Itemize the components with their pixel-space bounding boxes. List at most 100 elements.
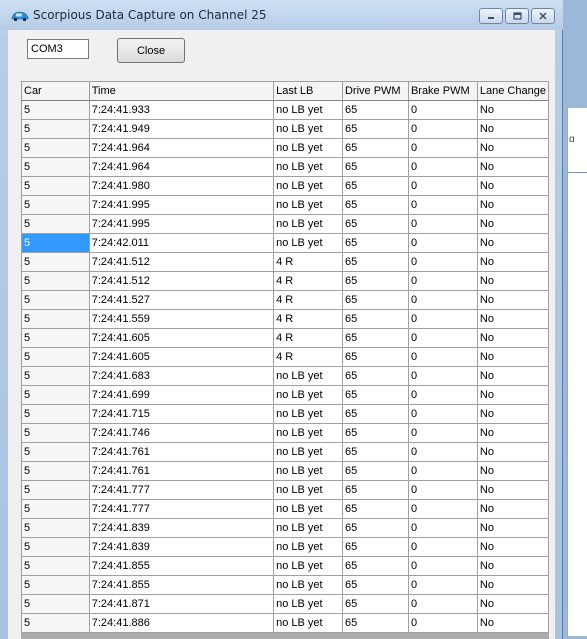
title-bar[interactable]: Scorpious Data Capture on Channel 25 bbox=[0, 0, 563, 30]
table-cell[interactable]: 65 bbox=[341, 233, 409, 253]
table-cell[interactable]: 65 bbox=[341, 176, 409, 196]
table-cell[interactable]: No bbox=[476, 328, 549, 348]
table-cell[interactable]: No bbox=[476, 575, 549, 595]
table-row[interactable]: 5 7:24:41.559 4 R 65 0 No bbox=[21, 309, 549, 329]
table-cell[interactable]: 7:24:41.512 bbox=[88, 271, 275, 291]
table-cell[interactable]: 7:24:42.011 bbox=[88, 233, 275, 253]
table-cell[interactable]: 65 bbox=[341, 518, 409, 538]
table-cell[interactable]: 65 bbox=[341, 214, 409, 234]
car-cell[interactable]: 5 bbox=[21, 176, 90, 196]
table-row[interactable]: 5 7:24:41.527 4 R 65 0 No bbox=[21, 290, 549, 310]
table-cell[interactable]: 65 bbox=[341, 613, 409, 633]
table-cell[interactable]: 0 bbox=[407, 195, 478, 215]
car-cell[interactable]: 5 bbox=[21, 195, 90, 215]
table-row[interactable]: 5 7:24:41.871 no LB yet 65 0 No bbox=[21, 594, 549, 614]
table-cell[interactable]: 0 bbox=[407, 404, 478, 424]
table-cell[interactable]: no LB yet bbox=[273, 499, 343, 519]
table-row[interactable]: 5 7:24:42.011 no LB yet 65 0 No bbox=[21, 233, 549, 253]
table-cell[interactable]: No bbox=[476, 461, 549, 481]
table-cell[interactable]: 0 bbox=[407, 556, 478, 576]
table-cell[interactable]: 0 bbox=[407, 480, 478, 500]
car-cell[interactable]: 5 bbox=[21, 442, 90, 462]
table-cell[interactable]: No bbox=[476, 157, 549, 177]
table-cell[interactable]: 65 bbox=[341, 480, 409, 500]
table-row[interactable]: 5 7:24:41.886 no LB yet 65 0 No bbox=[21, 613, 549, 633]
table-cell[interactable]: No bbox=[476, 480, 549, 500]
table-cell[interactable]: 0 bbox=[407, 385, 478, 405]
table-cell[interactable]: No bbox=[476, 176, 549, 196]
table-row[interactable]: 5 7:24:41.839 no LB yet 65 0 No bbox=[21, 518, 549, 538]
table-cell[interactable]: 65 bbox=[341, 385, 409, 405]
table-row[interactable]: 5 7:24:41.933 no LB yet 65 0 No bbox=[21, 100, 549, 120]
table-row[interactable]: 5 7:24:41.699 no LB yet 65 0 No bbox=[21, 385, 549, 405]
table-cell[interactable]: 65 bbox=[341, 442, 409, 462]
table-cell[interactable]: No bbox=[476, 309, 549, 329]
car-cell[interactable]: 5 bbox=[21, 290, 90, 310]
table-row[interactable]: 5 7:24:41.512 4 R 65 0 No bbox=[21, 252, 549, 272]
table-cell[interactable]: 65 bbox=[341, 404, 409, 424]
table-row[interactable]: 5 7:24:41.512 4 R 65 0 No bbox=[21, 271, 549, 291]
table-cell[interactable]: no LB yet bbox=[273, 442, 343, 462]
table-cell[interactable]: No bbox=[476, 100, 549, 120]
table-cell[interactable]: 7:24:41.527 bbox=[88, 290, 275, 310]
table-cell[interactable]: no LB yet bbox=[273, 176, 343, 196]
table-row[interactable]: 5 7:24:41.855 no LB yet 65 0 No bbox=[21, 556, 549, 576]
table-cell[interactable]: 65 bbox=[341, 594, 409, 614]
table-row[interactable]: 5 7:24:41.683 no LB yet 65 0 No bbox=[21, 366, 549, 386]
table-cell[interactable]: 7:24:41.715 bbox=[88, 404, 275, 424]
car-cell[interactable]: 5 bbox=[21, 575, 90, 595]
table-cell[interactable]: 7:24:41.605 bbox=[88, 328, 275, 348]
close-button[interactable]: Close bbox=[117, 38, 185, 63]
table-cell[interactable]: 0 bbox=[407, 347, 478, 367]
car-cell[interactable]: 5 bbox=[21, 366, 90, 386]
table-cell[interactable]: 0 bbox=[407, 252, 478, 272]
column-header[interactable]: Drive PWM bbox=[341, 81, 409, 101]
table-cell[interactable]: No bbox=[476, 442, 549, 462]
car-cell[interactable]: 5 bbox=[21, 537, 90, 557]
table-cell[interactable]: 0 bbox=[407, 138, 478, 158]
column-header[interactable]: Brake PWM bbox=[407, 81, 478, 101]
car-cell[interactable]: 5 bbox=[21, 613, 90, 633]
table-cell[interactable]: 7:24:41.605 bbox=[88, 347, 275, 367]
table-cell[interactable]: No bbox=[476, 556, 549, 576]
table-cell[interactable]: No bbox=[476, 233, 549, 253]
table-cell[interactable]: 65 bbox=[341, 119, 409, 139]
table-cell[interactable]: no LB yet bbox=[273, 423, 343, 443]
table-row[interactable]: 5 7:24:41.949 no LB yet 65 0 No bbox=[21, 119, 549, 139]
table-cell[interactable]: 4 R bbox=[273, 347, 343, 367]
car-cell[interactable]: 5 bbox=[21, 157, 90, 177]
table-cell[interactable]: 0 bbox=[407, 423, 478, 443]
table-row[interactable]: 5 7:24:41.995 no LB yet 65 0 No bbox=[21, 195, 549, 215]
table-cell[interactable]: no LB yet bbox=[273, 157, 343, 177]
table-cell[interactable]: 0 bbox=[407, 119, 478, 139]
table-cell[interactable]: 0 bbox=[407, 309, 478, 329]
table-cell[interactable]: 65 bbox=[341, 423, 409, 443]
car-cell[interactable]: 5 bbox=[21, 594, 90, 614]
table-row[interactable]: 5 7:24:41.964 no LB yet 65 0 No bbox=[21, 157, 549, 177]
table-cell[interactable]: no LB yet bbox=[273, 575, 343, 595]
table-cell[interactable]: No bbox=[476, 252, 549, 272]
table-row[interactable]: 5 7:24:41.777 no LB yet 65 0 No bbox=[21, 480, 549, 500]
table-cell[interactable]: no LB yet bbox=[273, 404, 343, 424]
table-row[interactable]: 5 7:24:41.715 no LB yet 65 0 No bbox=[21, 404, 549, 424]
table-cell[interactable]: 0 bbox=[407, 461, 478, 481]
table-cell[interactable]: 0 bbox=[407, 518, 478, 538]
table-cell[interactable]: 7:24:41.995 bbox=[88, 195, 275, 215]
table-row[interactable]: 5 7:24:41.839 no LB yet 65 0 No bbox=[21, 537, 549, 557]
table-row[interactable]: 5 7:24:41.761 no LB yet 65 0 No bbox=[21, 461, 549, 481]
table-cell[interactable]: No bbox=[476, 347, 549, 367]
table-cell[interactable]: 0 bbox=[407, 214, 478, 234]
table-cell[interactable]: 65 bbox=[341, 556, 409, 576]
table-cell[interactable]: 0 bbox=[407, 575, 478, 595]
table-cell[interactable]: 7:24:41.964 bbox=[88, 157, 275, 177]
table-cell[interactable]: 7:24:41.839 bbox=[88, 518, 275, 538]
table-row[interactable]: 5 7:24:41.746 no LB yet 65 0 No bbox=[21, 423, 549, 443]
table-cell[interactable]: 4 R bbox=[273, 252, 343, 272]
table-cell[interactable]: 65 bbox=[341, 461, 409, 481]
car-cell[interactable]: 5 bbox=[21, 252, 90, 272]
table-cell[interactable]: 7:24:41.995 bbox=[88, 214, 275, 234]
table-row[interactable]: 5 7:24:41.761 no LB yet 65 0 No bbox=[21, 442, 549, 462]
car-cell[interactable]: 5 bbox=[21, 233, 90, 253]
car-cell[interactable]: 5 bbox=[21, 214, 90, 234]
table-cell[interactable]: 0 bbox=[407, 100, 478, 120]
